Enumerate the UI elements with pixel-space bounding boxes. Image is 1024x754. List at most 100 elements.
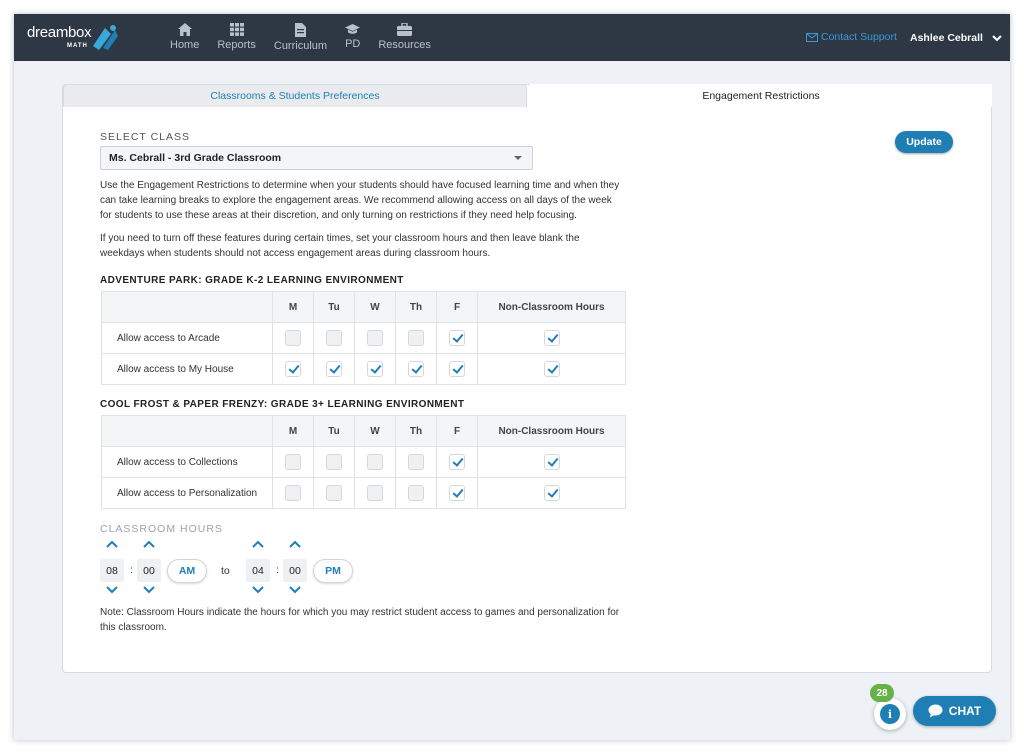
start-minute-up-button[interactable] [137,540,161,554]
section-title-cool-frost: COOL FROST & PAPER FRENZY: GRADE 3+ LEAR… [100,399,465,410]
row-label-my-house: Allow access to My House [101,353,273,385]
checkbox-arcade-m[interactable] [285,330,301,346]
checkbox-my-house-non-classroom[interactable] [543,361,560,377]
intro-paragraph-1: Use the Engagement Restrictions to deter… [100,180,620,221]
dreambox-logo[interactable]: dreambox MATH [27,24,118,50]
checkbox-arcade-th[interactable] [408,330,424,346]
nav-home-label: Home [170,39,200,51]
checkbox-personalization-tu[interactable] [326,485,342,501]
nav-resources[interactable]: Resources [378,23,431,52]
tab-engagement-restrictions[interactable]: Engagement Restrictions [530,84,992,107]
preferences-panel: Classrooms & Students Preferences Engage… [62,84,992,673]
chevron-down-icon [252,586,264,594]
chevron-up-icon [252,540,264,548]
nav-pd[interactable]: PD [345,23,360,52]
end-minute-value[interactable]: 00 [283,559,307,582]
end-hour-value[interactable]: 04 [246,559,270,582]
time-colon: : [130,564,133,576]
chat-bubble-icon [928,704,943,718]
checkbox-arcade-non-classroom[interactable] [543,330,560,346]
end-hour-up-button[interactable] [246,540,270,554]
row-label-arcade: Allow access to Arcade [101,322,273,354]
end-minute-up-button[interactable] [283,540,307,554]
chat-button[interactable]: CHAT [913,696,996,726]
checkbox-personalization-w[interactable] [367,485,383,501]
end-minute-down-button[interactable] [283,586,307,600]
info-icon: i [880,704,900,724]
top-nav-bar: dreambox MATH Home Reports Curriculum PD… [14,14,1010,61]
hours-to-label: to [221,565,230,577]
user-menu[interactable]: Ashlee Cebrall [910,32,1002,44]
start-minute-value[interactable]: 00 [137,559,161,582]
checkbox-arcade-tu[interactable] [326,330,342,346]
checkbox-my-house-f[interactable] [449,361,465,377]
document-icon [294,23,306,37]
table-header-row: M Tu W Th F Non-Classroom Hours [101,415,626,447]
checkbox-personalization-non-classroom[interactable] [543,485,560,501]
end-hour-down-button[interactable] [246,586,270,600]
classroom-hours-note: Note: Classroom Hours indicate the hours… [100,607,620,633]
checkbox-my-house-th[interactable] [408,361,424,377]
checkbox-my-house-w[interactable] [367,361,383,377]
contact-support-link[interactable]: Contact Support [806,31,897,43]
nav-curriculum[interactable]: Curriculum [274,23,327,52]
start-hour-down-button[interactable] [100,586,124,600]
col-header-tu: Tu [313,291,355,323]
col-header-m: M [272,291,314,323]
classroom-hours-label: CLASSROOM HOURS [100,523,223,535]
start-hour-stepper: 08 [100,540,124,600]
col-header-w: W [354,415,396,447]
chevron-up-icon [106,540,118,548]
chevron-down-icon [106,586,118,594]
graduation-cap-icon [345,24,361,34]
envelope-icon [806,32,818,42]
checkbox-my-house-m[interactable] [285,361,301,377]
nav-resources-label: Resources [378,39,431,51]
tab-classroom-preferences[interactable]: Classrooms & Students Preferences [63,84,527,107]
update-button[interactable]: Update [895,131,953,153]
nav-pd-label: PD [345,38,361,50]
start-minute-down-button[interactable] [137,586,161,600]
header-blank [101,291,273,323]
col-header-non-classroom: Non-Classroom Hours [477,291,626,323]
checkbox-collections-f[interactable] [449,454,465,470]
adventure-park-table: M Tu W Th F Non-Classroom Hours Allow ac… [101,291,626,385]
checkbox-collections-m[interactable] [285,454,301,470]
col-header-m: M [272,415,314,447]
nav-reports[interactable]: Reports [217,23,256,52]
row-label-personalization: Allow access to Personalization [101,477,273,509]
checkbox-arcade-w[interactable] [367,330,383,346]
end-minute-stepper: 00 [283,540,307,600]
checkbox-personalization-m[interactable] [285,485,301,501]
table-row: Allow access to Arcade [101,322,626,354]
checkbox-collections-th[interactable] [408,454,424,470]
checkbox-personalization-f[interactable] [449,485,465,501]
chat-label: CHAT [948,704,982,718]
chevron-down-icon [143,586,155,594]
chevron-up-icon [289,540,301,548]
end-period-toggle[interactable]: PM [313,559,353,583]
checkbox-my-house-tu[interactable] [326,361,342,377]
start-hour-value[interactable]: 08 [100,559,124,582]
start-hour-up-button[interactable] [100,540,124,554]
class-select[interactable]: Ms. Cebrall - 3rd Grade Classroom [100,146,533,170]
col-header-f: F [436,415,478,447]
info-button[interactable]: i [874,698,906,730]
checkbox-arcade-f[interactable] [449,330,465,346]
checkbox-collections-w[interactable] [367,454,383,470]
select-class-label: SELECT CLASS [100,131,191,143]
row-label-collections: Allow access to Collections [101,446,273,478]
contact-support-label: Contact Support [821,31,897,43]
checkbox-collections-tu[interactable] [326,454,342,470]
chevron-up-icon [143,540,155,548]
classroom-hours-controls: 08 : 00 AM to 04 : 00 PM [100,540,400,600]
caret-down-icon [514,156,522,160]
start-period-toggle[interactable]: AM [167,559,207,583]
cool-frost-table: M Tu W Th F Non-Classroom Hours Allow ac… [101,415,626,509]
chevron-down-icon [289,586,301,594]
checkbox-personalization-th[interactable] [408,485,424,501]
col-header-tu: Tu [313,415,355,447]
checkbox-collections-non-classroom[interactable] [543,454,560,470]
nav-home[interactable]: Home [170,23,199,52]
col-header-non-classroom: Non-Classroom Hours [477,415,626,447]
